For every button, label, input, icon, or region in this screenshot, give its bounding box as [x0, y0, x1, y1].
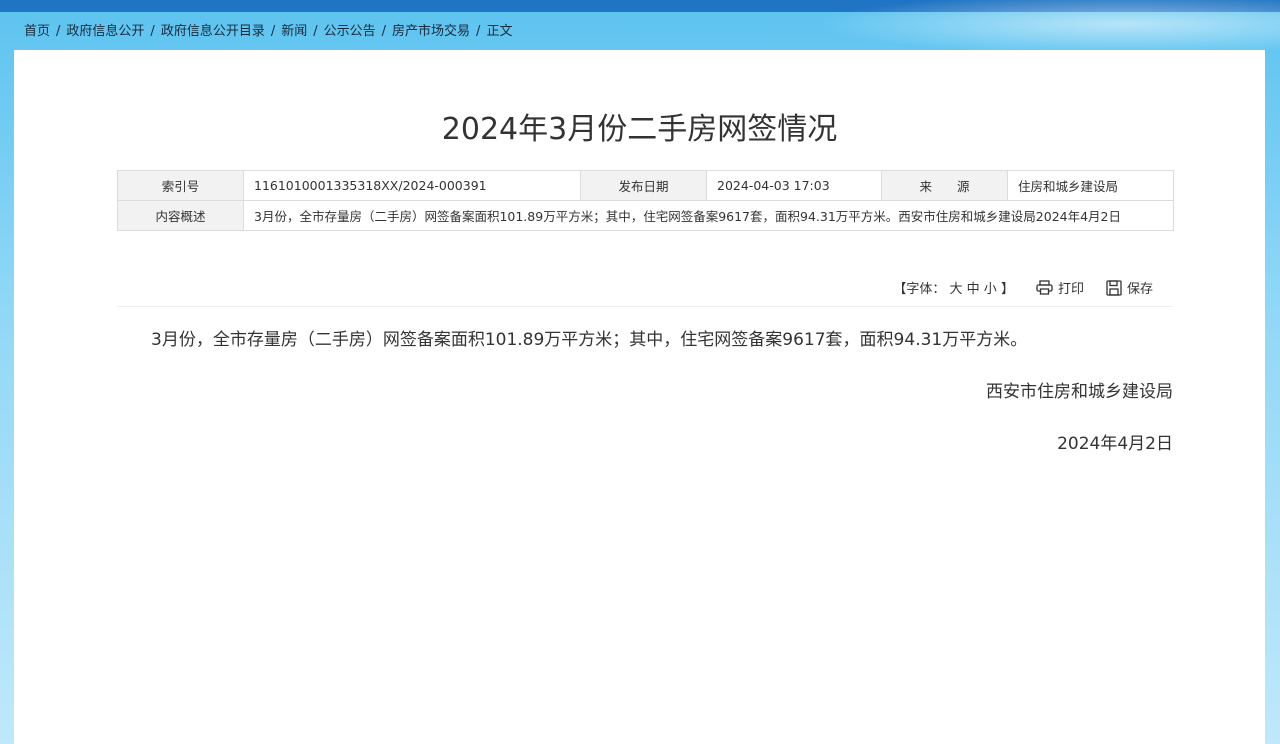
breadcrumb-housing-market[interactable]: 房产市场交易 — [392, 24, 470, 39]
breadcrumb-separator: / — [313, 24, 318, 39]
article-title: 2024年3月份二手房网签情况 — [441, 112, 838, 147]
article-meta-table: 索引号 1161010001335318XX/2024-000391 发布日期 … — [117, 170, 1174, 231]
breadcrumb: 首页 / 政府信息公开 / 政府信息公开目录 / 新闻 / 公示公告 / 房产市场交易 / 正文 — [24, 22, 512, 42]
save-button[interactable]: 保存 — [1106, 278, 1153, 297]
breadcrumb-current: 正文 — [486, 24, 513, 39]
date-label: 发布日期 — [580, 170, 707, 201]
article-toolbar: 【字体： 大 中 小 】 打印 保存 — [117, 272, 1173, 307]
meta-row: 内容概述 3月份，全市存量房（二手房）网签备案面积101.89万平方米；其中，住… — [117, 200, 1174, 231]
meta-row: 索引号 1161010001335318XX/2024-000391 发布日期 … — [117, 170, 1174, 201]
font-size-small[interactable]: 小 — [984, 282, 997, 297]
date-value: 2024-04-03 17:03 — [706, 170, 882, 201]
print-button[interactable]: 打印 — [1036, 278, 1084, 297]
source-label: 来 源 — [881, 170, 1008, 201]
breadcrumb-gov-info[interactable]: 政府信息公开 — [66, 24, 144, 39]
floppy-disk-icon — [1106, 279, 1122, 296]
breadcrumb-separator: / — [381, 24, 387, 39]
article-panel: 2024年3月份二手房网签情况 索引号 1161010001335318XX/2… — [14, 50, 1265, 744]
breadcrumb-announcements[interactable]: 公示公告 — [324, 24, 376, 39]
summary-label: 内容概述 — [117, 200, 244, 231]
breadcrumb-separator: / — [476, 24, 481, 39]
font-size-large[interactable]: 大 — [949, 282, 962, 297]
font-size-suffix: 】 — [1000, 282, 1014, 297]
font-size-control: 【字体： 大 中 小 】 — [893, 278, 1014, 297]
article-sign-date: 2024年4月2日 — [1057, 434, 1173, 454]
breadcrumb-gov-info-catalog[interactable]: 政府信息公开目录 — [161, 24, 265, 39]
article-body: 3月份，全市存量房（二手房）网签备案面积101.89万平方米；其中，住宅网签备案… — [151, 330, 1028, 350]
font-size-medium[interactable]: 中 — [967, 282, 980, 297]
breadcrumb-separator: / — [56, 24, 61, 39]
article-content: 3月份，全市存量房（二手房）网签备案面积101.89万平方米；其中，住宅网签备案… — [117, 318, 1173, 466]
save-label: 保存 — [1126, 282, 1153, 297]
breadcrumb-separator: / — [270, 24, 276, 39]
summary-value: 3月份，全市存量房（二手房）网签备案面积101.89万平方米；其中，住宅网签备案… — [243, 200, 1174, 231]
print-label: 打印 — [1057, 282, 1084, 297]
source-value: 住房和城乡建设局 — [1007, 170, 1174, 201]
index-value: 1161010001335318XX/2024-000391 — [243, 170, 581, 201]
font-size-prefix: 【字体： — [893, 282, 946, 297]
printer-icon — [1036, 280, 1053, 295]
breadcrumb-news[interactable]: 新闻 — [281, 24, 307, 39]
article-signature: 西安市住房和城乡建设局 — [986, 382, 1173, 402]
breadcrumb-separator: / — [150, 24, 155, 39]
breadcrumb-home[interactable]: 首页 — [24, 24, 50, 39]
index-label: 索引号 — [117, 170, 244, 201]
